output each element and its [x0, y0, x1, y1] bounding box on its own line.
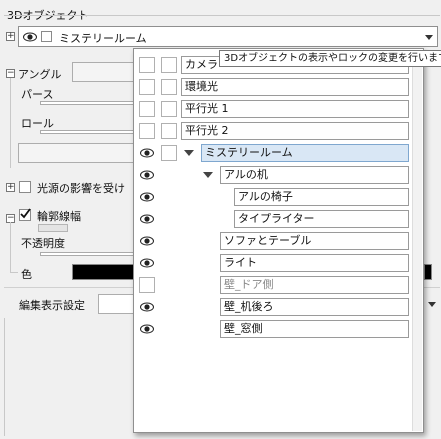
eye-icon[interactable] [139, 321, 155, 337]
lock-checkbox[interactable] [161, 123, 177, 139]
tree-row[interactable]: ミステリールーム [136, 142, 412, 164]
expand-light-button[interactable]: + [6, 183, 15, 192]
tree-row[interactable]: 壁_ドア側 [136, 274, 412, 296]
tree-row[interactable]: 環境光 [136, 76, 412, 98]
tree-row[interactable]: 平行光 2 [136, 120, 412, 142]
light-source-checkbox[interactable] [19, 181, 31, 193]
tree-row[interactable]: アルの椅子 [136, 186, 412, 208]
tree-row[interactable]: アルの机 [136, 164, 412, 186]
tree-item-label[interactable]: 壁_机後ろ [220, 298, 409, 316]
lock-checkbox[interactable] [161, 145, 177, 161]
visibility-checkbox[interactable] [139, 79, 155, 95]
chevron-down-icon[interactable] [425, 35, 433, 40]
object-tree: カメラ 環境光 平行光 1 平行光 2 ミステリールーム アルの机 アルの椅子 タイプライター… [136, 54, 412, 424]
tree-item-label[interactable]: 平行光 2 [181, 122, 409, 140]
object-select[interactable]: ミステリールーム [18, 26, 438, 47]
expand-object-button[interactable]: + [6, 32, 15, 41]
outline-checkbox[interactable] [19, 208, 31, 221]
tree-item-label[interactable]: 環境光 [181, 78, 409, 96]
visibility-checkbox[interactable] [139, 277, 155, 293]
eye-icon[interactable] [139, 233, 155, 249]
tree-row[interactable]: 平行光 1 [136, 98, 412, 120]
selected-object-label: ミステリールーム [59, 32, 147, 45]
lock-checkbox[interactable] [161, 79, 177, 95]
opacity-slider[interactable] [40, 252, 135, 256]
outline-group-line-bottom [10, 272, 18, 273]
tree-row[interactable]: ライト [136, 252, 412, 274]
roll-slider[interactable] [40, 130, 135, 134]
roll-label: ロール [21, 117, 54, 130]
eye-icon[interactable] [139, 189, 155, 205]
tree-item-label[interactable]: ライト [220, 254, 409, 272]
edit-display-label: 編集表示設定 [19, 299, 85, 312]
object-tree-popup: カメラ 環境光 平行光 1 平行光 2 ミステリールーム アルの机 アルの椅子 タイプライター… [133, 48, 424, 433]
light-source-label: 光源の影響を受け [37, 182, 125, 195]
perspective-label: パース [21, 88, 54, 101]
eye-icon[interactable] [139, 167, 155, 183]
tree-row[interactable]: 壁_机後ろ [136, 296, 412, 318]
opacity-label: 不透明度 [21, 237, 65, 250]
eye-icon [23, 32, 37, 42]
tree-row[interactable]: ソファとテーブル [136, 230, 412, 252]
expand-triangle-icon[interactable] [203, 172, 213, 178]
tree-item-label[interactable]: 平行光 1 [181, 100, 409, 118]
angle-label: アングル [18, 68, 62, 81]
reset-angle-button[interactable] [18, 143, 136, 163]
outline-label: 輪郭線幅 [37, 210, 81, 223]
tree-row[interactable]: タイプライター [136, 208, 412, 230]
tree-item-label[interactable]: 壁_窓側 [220, 320, 409, 338]
edit-display-chevron-icon[interactable] [428, 302, 436, 307]
tooltip: 3Dオブジェクトの表示やロックの変更を行います [219, 50, 441, 67]
tree-item-label[interactable]: ソファとテーブル [220, 232, 409, 250]
eye-icon[interactable] [139, 211, 155, 227]
edit-display-select[interactable] [98, 294, 138, 314]
tree-item-label[interactable]: 壁_ドア側 [220, 276, 409, 294]
lock-checkbox[interactable] [161, 101, 177, 117]
lock-checkbox[interactable] [41, 31, 52, 42]
color-swatch-right[interactable] [424, 264, 432, 280]
perspective-slider[interactable] [40, 101, 135, 105]
outline-group-line [10, 222, 11, 272]
panel-bottom-border [4, 318, 5, 436]
eye-icon[interactable] [139, 299, 155, 315]
visibility-checkbox[interactable] [139, 57, 155, 73]
tree-item-label[interactable]: ミステリールーム [201, 144, 409, 162]
angle-button[interactable] [72, 62, 136, 82]
lock-checkbox[interactable] [161, 57, 177, 73]
vertical-scrollbar[interactable] [412, 50, 422, 431]
tree-item-label[interactable]: アルの椅子 [234, 188, 409, 206]
expand-triangle-icon[interactable] [184, 150, 194, 156]
tree-row[interactable]: 壁_窓側 [136, 318, 412, 340]
group-border [4, 15, 440, 16]
tree-item-label[interactable]: アルの机 [220, 166, 409, 184]
eye-icon[interactable] [139, 255, 155, 271]
visibility-checkbox[interactable] [139, 123, 155, 139]
color-label: 色 [21, 268, 32, 281]
color-swatch[interactable] [72, 264, 138, 280]
tree-item-label[interactable]: タイプライター [234, 210, 409, 228]
visibility-checkbox[interactable] [139, 101, 155, 117]
collapse-angle-button[interactable]: − [6, 69, 15, 78]
eye-icon[interactable] [139, 145, 155, 161]
angle-group-line [10, 78, 11, 168]
outline-width-input[interactable] [38, 224, 68, 232]
